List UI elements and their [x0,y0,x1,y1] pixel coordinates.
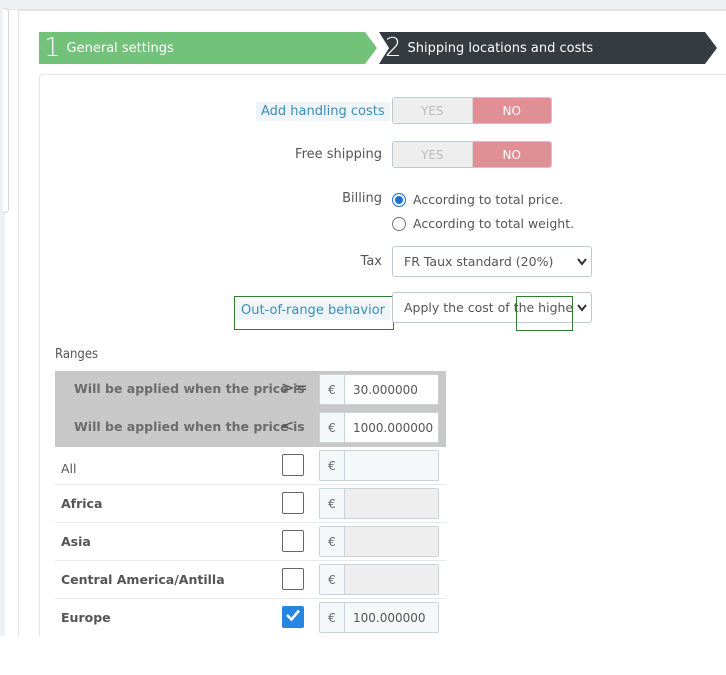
zone-checkbox-africa[interactable] [282,492,304,514]
range-operator: >= [281,378,308,397]
handling-costs-label-wrap: Add handling costs [256,100,390,121]
step-label: Shipping locations and costs [407,40,594,56]
currency-symbol: € [320,565,345,594]
currency-symbol: € [320,527,345,556]
currency-symbol: € [320,451,345,480]
zone-name-europe: Europe [61,610,111,625]
toggle-no[interactable]: NO [472,98,551,123]
free-shipping-label: Free shipping [295,147,382,162]
currency-symbol: € [320,413,345,442]
radio-selected[interactable] [392,192,406,207]
currency-symbol: € [320,489,345,518]
zone-price-input-all[interactable]: € [319,450,439,481]
range-text: Will be applied when the price is [74,381,305,396]
tax-select-value: FR Taux standard (20%) [404,254,554,269]
radio-label: According to total price. [413,192,564,207]
row-divider [55,560,446,561]
zone-checkbox-all[interactable] [282,454,304,476]
chevron-down-icon [576,253,588,274]
range-operator: < [281,416,295,435]
currency-symbol: € [320,603,345,632]
zone-checkbox-central-america[interactable] [282,568,304,590]
tax-select[interactable]: FR Taux standard (20%) [392,246,592,277]
billing-label: Billing [342,191,382,206]
zone-price-value[interactable]: 100.000000 [345,603,438,632]
range-max-input[interactable]: € 1000.000000 [319,412,439,443]
range-min-input[interactable]: € 30.000000 [319,374,439,405]
check-icon [285,607,301,628]
zone-name-central-america: Central America/Antilla [61,572,225,587]
step-shipping-locations[interactable]: 2 Shipping locations and costs [379,32,717,64]
zone-name-asia: Asia [61,534,91,549]
handling-costs-label[interactable]: Add handling costs [256,102,390,121]
toggle-no[interactable]: NO [472,142,551,167]
row-divider [55,484,446,485]
toggle-yes[interactable]: YES [393,142,473,167]
zone-price-value[interactable] [345,527,438,556]
range-max-value[interactable]: 1000.000000 [345,413,438,442]
zone-price-input-central-america[interactable]: € [319,564,439,595]
zone-checkbox-europe[interactable] [282,606,304,628]
toggle-yes[interactable]: YES [393,98,473,123]
range-min-value[interactable]: 30.000000 [345,375,438,404]
zone-price-input-europe[interactable]: € 100.000000 [319,602,439,633]
step-number: 1 [44,33,61,63]
zone-price-input-africa[interactable]: € [319,488,439,519]
zone-price-input-asia[interactable]: € [319,526,439,557]
form-panel [39,74,726,644]
row-divider [55,522,446,523]
range-row-min: Will be applied when the price is >= € 3… [55,371,446,409]
chevron-down-icon [574,299,588,320]
zone-price-value[interactable] [345,451,438,480]
step-general-settings[interactable]: 1 General settings [39,32,377,64]
range-row-max: Will be applied when the price is < € 10… [55,409,446,447]
zone-price-value[interactable] [345,565,438,594]
zone-price-value[interactable] [345,489,438,518]
range-text: Will be applied when the price is [74,419,305,434]
left-panel-edge [3,8,9,213]
handling-costs-toggle[interactable]: YES NO [392,97,552,124]
zone-name-africa: Africa [61,496,103,511]
ranges-title: Ranges [55,347,99,362]
page-bottom [0,636,726,675]
billing-option-price[interactable]: According to total price. [392,192,563,207]
top-bar [5,0,726,10]
row-divider [55,598,446,599]
tax-label: Tax [360,254,382,269]
annotation-box [234,296,394,330]
free-shipping-toggle[interactable]: YES NO [392,141,552,168]
step-label: General settings [66,40,174,56]
radio-unselected[interactable] [392,216,406,231]
currency-symbol: € [320,375,345,404]
zone-name-all: All [61,461,77,476]
annotation-box [516,296,573,331]
radio-label: According to total weight. [413,216,575,231]
zone-checkbox-asia[interactable] [282,530,304,552]
billing-option-weight[interactable]: According to total weight. [392,216,574,231]
